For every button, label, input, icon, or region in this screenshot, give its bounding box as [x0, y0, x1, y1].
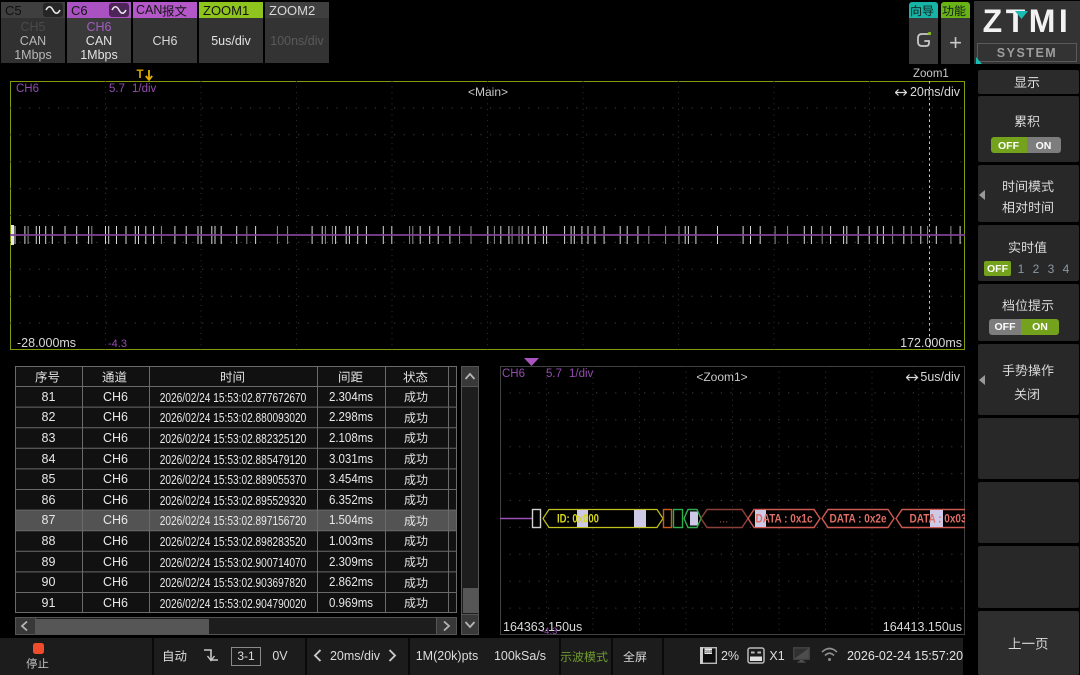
svg-text:ID: 0x000: ID: 0x000	[557, 514, 599, 526]
svg-text:DATA : 0x1c: DATA : 0x1c	[756, 514, 814, 526]
svg-text:DATA : 0x2e: DATA : 0x2e	[830, 514, 887, 526]
svg-text:150: 150	[705, 649, 713, 654]
svg-text:DATA : 0x03: DATA : 0x03	[910, 514, 966, 526]
svg-text:...: ...	[719, 514, 728, 526]
